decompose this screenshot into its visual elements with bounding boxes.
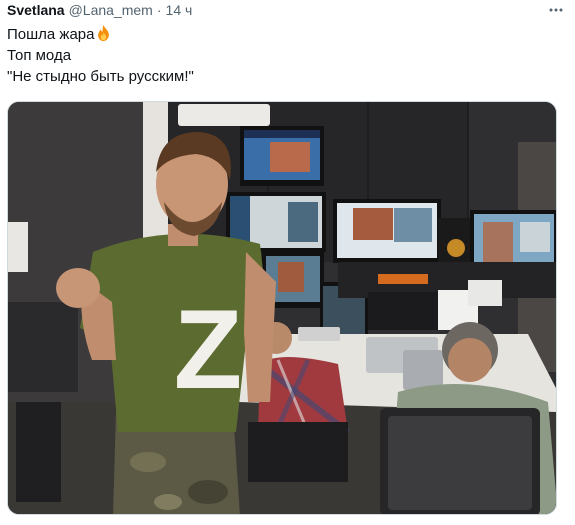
author-handle[interactable]: @Lana_mem: [69, 1, 153, 19]
tweet-text: Пошла жара Топ мода "Не стыдно быть русс…: [7, 24, 547, 87]
office-chair-left: [248, 422, 348, 482]
monitor-top: [240, 126, 324, 186]
fire-icon: [98, 24, 110, 42]
more-horizontal-icon: [549, 8, 563, 12]
photo-scene: Z: [8, 102, 556, 514]
tweet-text-line-3: "Не стыдно быть русским!": [7, 68, 194, 85]
shirt-letter: Z: [174, 287, 242, 412]
sign-plate: [468, 280, 502, 306]
mixer-panel: [403, 350, 443, 390]
separator-dot: ·: [156, 2, 162, 18]
tweet-photo[interactable]: Z: [7, 101, 557, 515]
tweet-timestamp[interactable]: 14 ч: [166, 1, 193, 19]
speaker: [438, 218, 474, 262]
tweet-text-line-1: Пошла жара: [7, 24, 547, 45]
rack-panel: [368, 292, 448, 330]
tweet-text-line-2: Топ мода: [7, 47, 72, 64]
left-chair: [8, 302, 78, 392]
raised-fist: [56, 268, 100, 308]
paper-note: [8, 222, 28, 272]
monitor-mid-center: [333, 199, 441, 263]
rack-display: [378, 274, 428, 284]
tweet-header: Svetlana @Lana_mem · 14 ч: [7, 1, 565, 19]
keyboard: [298, 327, 340, 341]
office-chair-back: [388, 416, 532, 510]
author-name[interactable]: Svetlana: [7, 1, 65, 19]
left-bin: [16, 402, 61, 502]
more-options-button[interactable]: [547, 1, 565, 19]
air-conditioner: [178, 104, 270, 126]
tweet-text-line-1-text: Пошла жара: [7, 26, 95, 43]
